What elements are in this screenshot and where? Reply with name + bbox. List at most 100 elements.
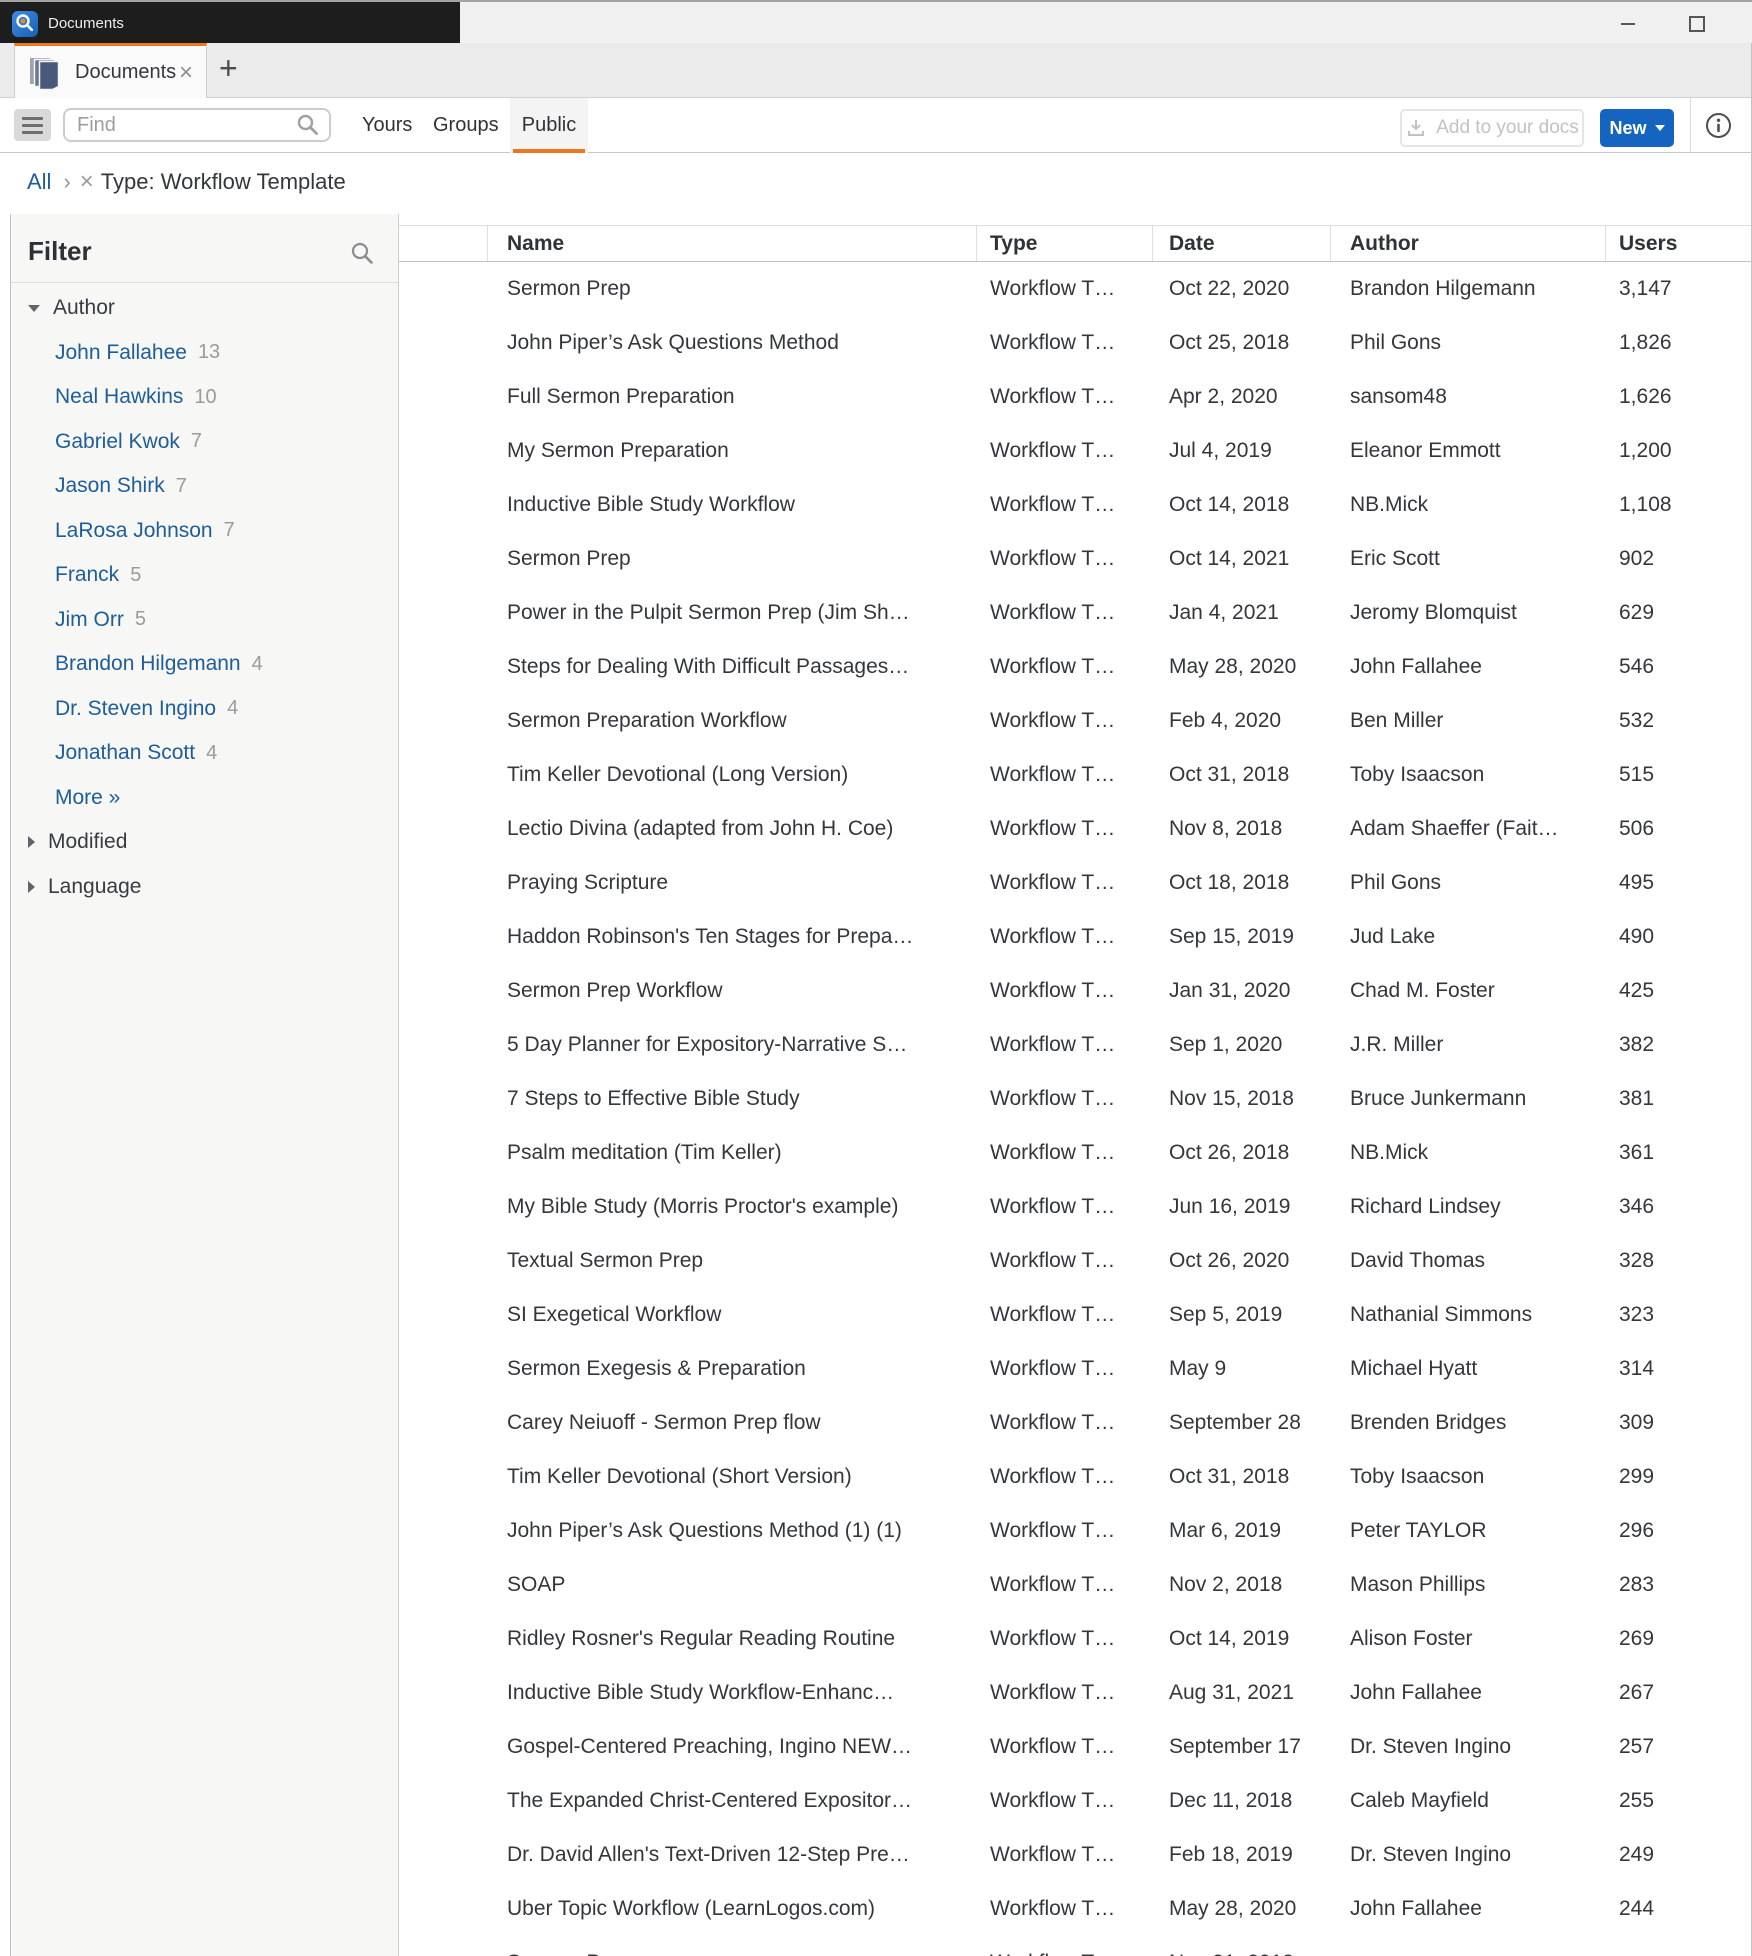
table-row[interactable]: Carey Neiuoff - Sermon Prep flow Workflo… <box>399 1396 1752 1450</box>
filter-author-item[interactable]: Gabriel Kwok 7 <box>11 420 398 465</box>
filter-author-item[interactable]: Franck 5 <box>11 553 398 598</box>
filter-section-label: Author <box>53 296 115 320</box>
tab-documents[interactable]: Documents × <box>14 43 207 99</box>
column-header-date[interactable]: Date <box>1169 226 1215 261</box>
filter-search-icon[interactable] <box>349 240 376 267</box>
table-body: Sermon Prep Workflow T… Oct 22, 2020 Bra… <box>399 262 1752 1956</box>
table-row[interactable]: Sermon Prep Workflow T… Nov 21, 2018 <box>399 1936 1752 1956</box>
table-row[interactable]: Steps for Dealing With Difficult Passage… <box>399 640 1752 694</box>
table-row[interactable]: Praying Scripture Workflow T… Oct 18, 20… <box>399 856 1752 910</box>
info-button[interactable] <box>1705 112 1732 139</box>
filter-author-link[interactable]: Jim Orr <box>55 608 124 632</box>
tab-close-icon[interactable]: × <box>179 60 193 85</box>
filter-author-item[interactable]: Brandon Hilgemann 4 <box>11 642 398 687</box>
table-row[interactable]: John Piper’s Ask Questions Method Workfl… <box>399 316 1752 370</box>
cell-author: Phil Gons <box>1350 871 1442 894</box>
tab-yours[interactable]: Yours <box>362 98 412 153</box>
filter-author-link[interactable]: Jason Shirk <box>55 474 165 498</box>
table-row[interactable]: Gospel-Centered Preaching, Ingino NEW… W… <box>399 1720 1752 1774</box>
table-row[interactable]: Full Sermon Preparation Workflow T… Apr … <box>399 370 1752 424</box>
cell-author: Bruce Junkermann <box>1350 1087 1527 1110</box>
filter-author-count: 4 <box>206 741 218 764</box>
cell-name: Sermon Prep <box>507 1951 972 1956</box>
table-row[interactable]: Lectio Divina (adapted from John H. Coe)… <box>399 802 1752 856</box>
filter-author-link[interactable]: Brandon Hilgemann <box>55 652 241 676</box>
cell-author: Eleanor Emmott <box>1350 439 1501 462</box>
table-row[interactable]: SI Exegetical Workflow Workflow T… Sep 5… <box>399 1288 1752 1342</box>
find-input[interactable] <box>75 112 295 138</box>
filter-section-modified[interactable]: Modified <box>11 820 398 865</box>
cell-date: Oct 14, 2021 <box>1169 547 1290 570</box>
table-row[interactable]: Dr. David Allen's Text-Driven 12-Step Pr… <box>399 1828 1752 1882</box>
cell-date: Oct 14, 2019 <box>1169 1627 1290 1650</box>
filter-author-item[interactable]: Neal Hawkins 10 <box>11 375 398 420</box>
table-row[interactable]: The Expanded Christ-Centered Expositor… … <box>399 1774 1752 1828</box>
tab-public[interactable]: Public <box>510 98 588 153</box>
table-row[interactable]: Psalm meditation (Tim Keller) Workflow T… <box>399 1126 1752 1180</box>
breadcrumb-all-link[interactable]: All <box>27 169 51 195</box>
filter-author-item[interactable]: Jonathan Scott 4 <box>11 731 398 776</box>
add-to-your-docs-button[interactable]: Add to your docs <box>1400 109 1584 147</box>
table-row[interactable]: Uber Topic Workflow (LearnLogos.com) Wor… <box>399 1882 1752 1936</box>
filter-author-link[interactable]: Gabriel Kwok <box>55 430 180 454</box>
filter-author-item[interactable]: John Fallahee 13 <box>11 331 398 376</box>
filter-section-language[interactable]: Language <box>11 865 398 910</box>
filter-author-item[interactable]: LaRosa Johnson 7 <box>11 509 398 554</box>
minimize-button[interactable] <box>1608 2 1648 45</box>
filter-author-item[interactable]: Jason Shirk 7 <box>11 464 398 509</box>
column-header-name[interactable]: Name <box>507 226 564 261</box>
table-row[interactable]: Ridley Rosner's Regular Reading Routine … <box>399 1612 1752 1666</box>
cell-users: 382 <box>1619 1033 1655 1056</box>
maximize-button[interactable] <box>1677 2 1717 45</box>
toolbar-divider <box>1690 98 1691 153</box>
table-row[interactable]: Sermon Prep Workflow T… Oct 22, 2020 Bra… <box>399 262 1752 316</box>
new-button[interactable]: New <box>1600 109 1674 147</box>
table-row[interactable]: Sermon Preparation Workflow Workflow T… … <box>399 694 1752 748</box>
table-row[interactable]: Sermon Prep Workflow Workflow T… Jan 31,… <box>399 964 1752 1018</box>
filter-author-link[interactable]: Neal Hawkins <box>55 385 183 409</box>
cell-users: 328 <box>1619 1249 1655 1272</box>
menu-button[interactable] <box>14 109 51 141</box>
filter-author-item[interactable]: Jim Orr 5 <box>11 598 398 643</box>
tab-groups[interactable]: Groups <box>433 98 499 153</box>
cell-type: Workflow T… <box>990 817 1116 840</box>
cell-name: Dr. David Allen's Text-Driven 12-Step Pr… <box>507 1843 910 1866</box>
table-row[interactable]: Inductive Bible Study Workflow-Enhanc… W… <box>399 1666 1752 1720</box>
table-row[interactable]: Inductive Bible Study Workflow Workflow … <box>399 478 1752 532</box>
table-row[interactable]: John Piper’s Ask Questions Method (1) (1… <box>399 1504 1752 1558</box>
cell-type: Workflow T… <box>990 1033 1116 1056</box>
new-tab-button[interactable]: + <box>219 50 238 87</box>
filter-author-link[interactable]: LaRosa Johnson <box>55 519 213 543</box>
cell-users: 299 <box>1619 1465 1655 1488</box>
filter-author-link[interactable]: Dr. Steven Ingino <box>55 697 216 721</box>
filter-author-link[interactable]: John Fallahee <box>55 341 187 365</box>
table-row[interactable]: Tim Keller Devotional (Long Version) Wor… <box>399 748 1752 802</box>
cell-type: Workflow T… <box>990 1789 1116 1812</box>
column-header-type[interactable]: Type <box>990 226 1037 261</box>
table-row[interactable]: Power in the Pulpit Sermon Prep (Jim Sh…… <box>399 586 1752 640</box>
filter-author-link[interactable]: Franck <box>55 563 119 587</box>
remove-filter-icon[interactable]: × <box>80 170 94 194</box>
table-row[interactable]: Sermon Exegesis & Preparation Workflow T… <box>399 1342 1752 1396</box>
filter-author-link[interactable]: Jonathan Scott <box>55 741 195 765</box>
cell-author: sansom48 <box>1350 385 1447 408</box>
cell-date: Nov 2, 2018 <box>1169 1573 1283 1596</box>
filter-more-link[interactable]: More » <box>11 776 398 821</box>
filter-sections: Author John Fallahee 13 Neal Hawkins 10 … <box>11 286 398 909</box>
table-row[interactable]: Tim Keller Devotional (Short Version) Wo… <box>399 1450 1752 1504</box>
column-header-users[interactable]: Users <box>1619 226 1677 261</box>
table-row[interactable]: Haddon Robinson's Ten Stages for Prepa… … <box>399 910 1752 964</box>
find-box <box>63 108 331 142</box>
table-row[interactable]: 7 Steps to Effective Bible Study Workflo… <box>399 1072 1752 1126</box>
table-row[interactable]: My Bible Study (Morris Proctor's example… <box>399 1180 1752 1234</box>
column-header-author[interactable]: Author <box>1350 226 1419 261</box>
table-row[interactable]: SOAP Workflow T… Nov 2, 2018 Mason Phill… <box>399 1558 1752 1612</box>
filter-section-author[interactable]: Author <box>11 286 398 331</box>
table-row[interactable]: Textual Sermon Prep Workflow T… Oct 26, … <box>399 1234 1752 1288</box>
table-row[interactable]: Sermon Prep Workflow T… Oct 14, 2021 Eri… <box>399 532 1752 586</box>
documents-stack-icon <box>30 57 60 90</box>
filter-author-count: 10 <box>194 385 217 408</box>
table-row[interactable]: 5 Day Planner for Expository-Narrative S… <box>399 1018 1752 1072</box>
table-row[interactable]: My Sermon Preparation Workflow T… Jul 4,… <box>399 424 1752 478</box>
filter-author-item[interactable]: Dr. Steven Ingino 4 <box>11 687 398 732</box>
